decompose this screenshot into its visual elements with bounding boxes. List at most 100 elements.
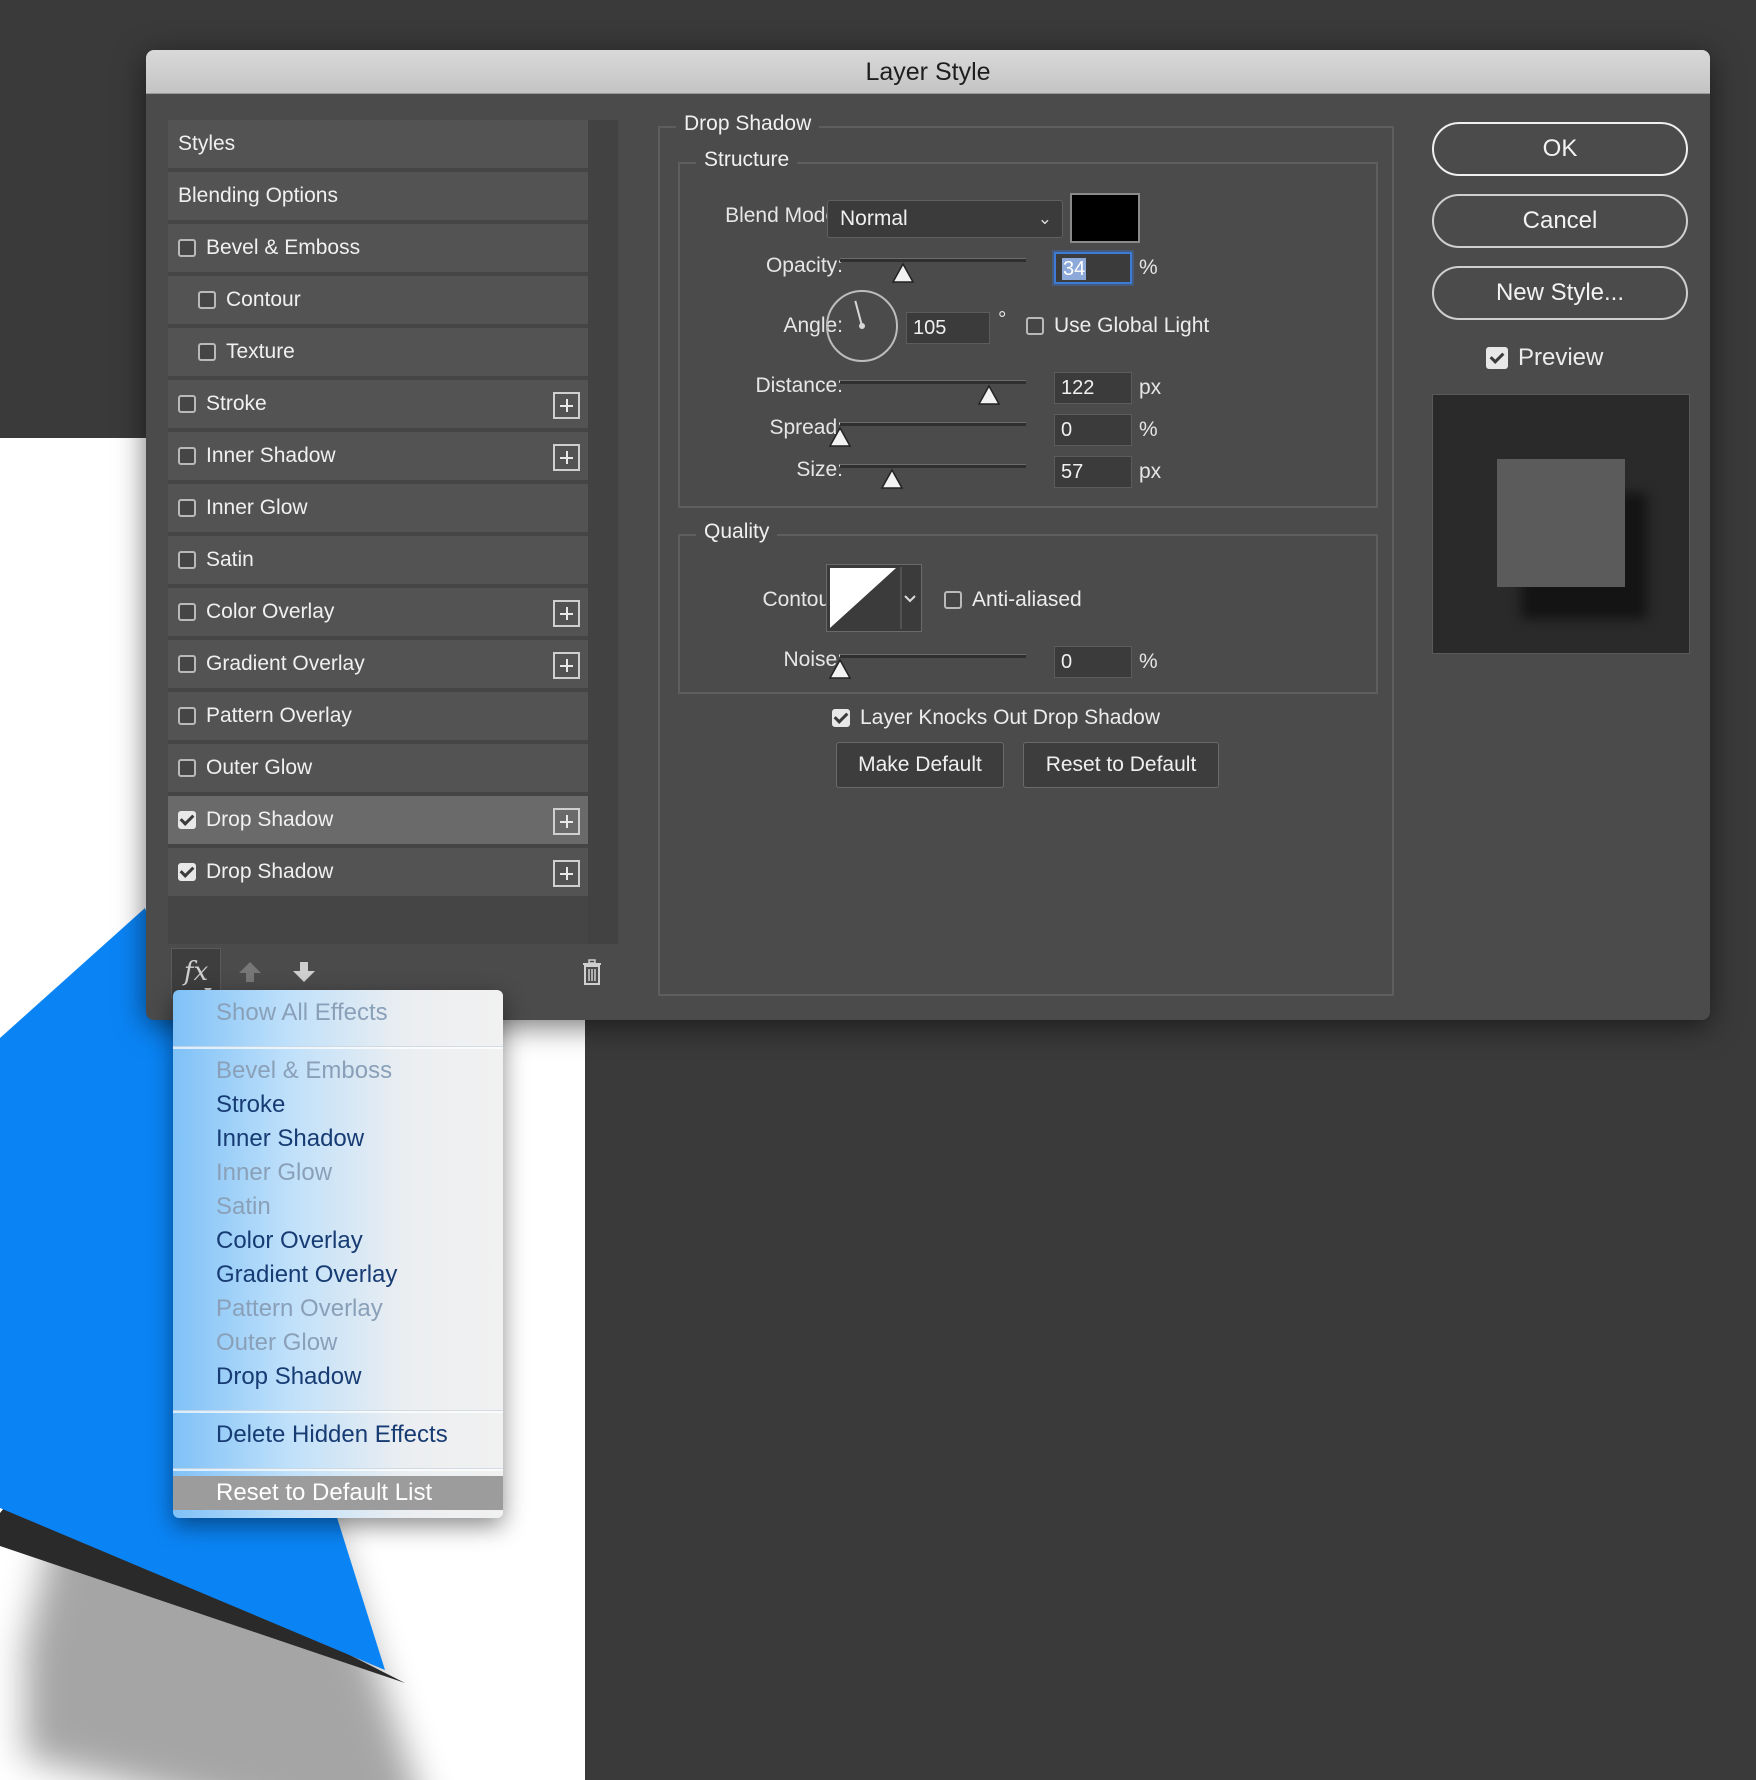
- blend-mode-value: Normal: [840, 207, 908, 230]
- add-effect-icon[interactable]: [553, 860, 580, 887]
- style-item-checkbox[interactable]: [178, 811, 196, 829]
- style-item-satin[interactable]: Satin: [168, 536, 588, 586]
- style-item-drop-shadow[interactable]: Drop Shadow: [168, 848, 588, 898]
- spread-slider-track[interactable]: [840, 422, 1026, 426]
- dialog-title: Layer Style: [146, 50, 1710, 94]
- preview-box[interactable]: [1486, 347, 1508, 369]
- style-item-label: Gradient Overlay: [206, 652, 365, 675]
- move-down-icon[interactable]: [291, 960, 317, 984]
- size-input[interactable]: 57: [1054, 456, 1132, 488]
- style-item-outer-glow[interactable]: Outer Glow: [168, 744, 588, 794]
- add-effect-icon[interactable]: [553, 808, 580, 835]
- add-effect-icon[interactable]: [553, 652, 580, 679]
- opacity-input[interactable]: 34: [1054, 252, 1132, 284]
- style-item-label: Inner Glow: [206, 496, 308, 519]
- new-style-button[interactable]: New Style...: [1432, 266, 1688, 320]
- style-item-label: Contour: [226, 288, 301, 311]
- style-list: Styles Blending Options Bevel & Emboss Cont…: [168, 120, 588, 944]
- style-item-checkbox[interactable]: [178, 239, 196, 257]
- style-item-label: Stroke: [206, 392, 267, 415]
- size-slider-track[interactable]: [840, 464, 1026, 468]
- style-item-checkbox[interactable]: [198, 291, 216, 309]
- menu-item-gradient-overlay[interactable]: Gradient Overlay: [173, 1258, 503, 1292]
- style-item-checkbox[interactable]: [178, 551, 196, 569]
- blend-mode-select[interactable]: Normal ⌄: [827, 200, 1063, 238]
- menu-item-satin: Satin: [216, 1193, 271, 1220]
- drop-shadow-title: Drop Shadow: [676, 112, 820, 136]
- style-item-inner-glow[interactable]: Inner Glow: [168, 484, 588, 534]
- layer-knocks-out-checkbox[interactable]: Layer Knocks Out Drop Shadow: [832, 706, 1160, 730]
- menu-item-color-overlay[interactable]: Color Overlay: [173, 1224, 503, 1258]
- style-item-bevel-emboss[interactable]: Bevel & Emboss: [168, 224, 588, 274]
- menu-separator: [173, 1046, 503, 1049]
- noise-slider-thumb[interactable]: [828, 658, 852, 680]
- shadow-color-swatch[interactable]: [1070, 193, 1140, 243]
- preview-checkbox[interactable]: Preview: [1486, 344, 1603, 372]
- style-item-label: Satin: [206, 548, 254, 571]
- style-item-label: Styles: [178, 132, 236, 155]
- style-item-checkbox[interactable]: [178, 863, 196, 881]
- menu-item-drop-shadow[interactable]: Drop Shadow: [173, 1360, 503, 1394]
- style-item-color-overlay[interactable]: Color Overlay: [168, 588, 588, 638]
- style-item-label: Color Overlay: [206, 600, 335, 623]
- ok-button[interactable]: OK: [1432, 122, 1688, 176]
- trash-icon[interactable]: [580, 958, 604, 986]
- structure-title: Structure: [696, 148, 798, 172]
- style-item-texture[interactable]: Texture: [168, 328, 588, 378]
- style-item-contour[interactable]: Contour: [168, 276, 588, 326]
- style-item-checkbox[interactable]: [178, 655, 196, 673]
- layer-knocks-out-box[interactable]: [832, 709, 850, 727]
- style-item-checkbox[interactable]: [178, 395, 196, 413]
- style-item-blending-options[interactable]: Blending Options: [168, 172, 588, 222]
- angle-dial[interactable]: [826, 290, 898, 362]
- style-item-drop-shadow[interactable]: Drop Shadow: [168, 796, 588, 846]
- style-item-styles[interactable]: Styles: [168, 120, 588, 170]
- angle-input[interactable]: 105: [906, 312, 990, 344]
- spread-slider-thumb[interactable]: [828, 426, 852, 448]
- distance-slider-thumb[interactable]: [977, 384, 1001, 406]
- style-list-scrollbar[interactable]: [588, 120, 618, 944]
- style-item-inner-shadow[interactable]: Inner Shadow: [168, 432, 588, 482]
- menu-item-pattern-overlay: Pattern Overlay: [216, 1295, 383, 1322]
- cancel-button[interactable]: Cancel: [1432, 194, 1688, 248]
- add-effect-icon[interactable]: [553, 444, 580, 471]
- fx-menu: Show All Effects Bevel & Emboss Stroke Inne…: [173, 990, 503, 1518]
- style-item-stroke[interactable]: Stroke: [168, 380, 588, 430]
- style-item-checkbox[interactable]: [178, 707, 196, 725]
- noise-input[interactable]: 0: [1054, 646, 1132, 678]
- use-global-light-box[interactable]: [1026, 317, 1044, 335]
- add-effect-icon[interactable]: [553, 600, 580, 627]
- style-item-checkbox[interactable]: [198, 343, 216, 361]
- contour-picker[interactable]: [826, 564, 922, 632]
- use-global-light-label: Use Global Light: [1054, 314, 1210, 337]
- angle-unit: °: [998, 308, 1007, 331]
- menu-item-reset-to-default-list[interactable]: Reset to Default List: [173, 1476, 503, 1510]
- make-default-button[interactable]: Make Default: [836, 742, 1004, 788]
- style-item-checkbox[interactable]: [178, 759, 196, 777]
- style-item-checkbox[interactable]: [178, 447, 196, 465]
- style-item-gradient-overlay[interactable]: Gradient Overlay: [168, 640, 588, 690]
- menu-item-delete-hidden-effects[interactable]: Delete Hidden Effects: [173, 1418, 503, 1452]
- noise-slider-track[interactable]: [840, 654, 1026, 658]
- menu-item-stroke[interactable]: Stroke: [173, 1088, 503, 1122]
- layer-knocks-out-label: Layer Knocks Out Drop Shadow: [860, 706, 1160, 729]
- size-slider-thumb[interactable]: [880, 468, 904, 490]
- distance-input[interactable]: 122: [1054, 372, 1132, 404]
- distance-unit: px: [1139, 376, 1162, 399]
- move-up-icon[interactable]: [237, 960, 263, 984]
- style-item-checkbox[interactable]: [178, 603, 196, 621]
- opacity-slider-track[interactable]: [840, 258, 1026, 262]
- style-item-pattern-overlay[interactable]: Pattern Overlay: [168, 692, 588, 742]
- anti-aliased-checkbox[interactable]: Anti-aliased: [944, 588, 1082, 612]
- anti-aliased-box[interactable]: [944, 591, 962, 609]
- add-effect-icon[interactable]: [553, 392, 580, 419]
- opacity-label: Opacity:: [765, 254, 843, 277]
- spread-input[interactable]: 0: [1054, 414, 1132, 446]
- reset-to-default-button[interactable]: Reset to Default: [1023, 742, 1219, 788]
- menu-item-inner-shadow[interactable]: Inner Shadow: [173, 1122, 503, 1156]
- size-label: Size:: [796, 458, 843, 481]
- opacity-slider-thumb[interactable]: [891, 262, 915, 284]
- style-item-checkbox[interactable]: [178, 499, 196, 517]
- blend-mode-label: Blend Mode:: [725, 204, 843, 227]
- use-global-light-checkbox[interactable]: Use Global Light: [1026, 314, 1209, 338]
